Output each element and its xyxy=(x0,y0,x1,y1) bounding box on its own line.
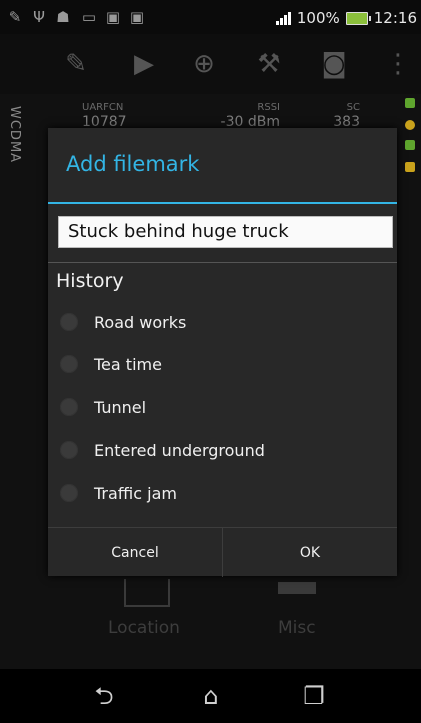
overflow-menu-icon[interactable]: ⋮ xyxy=(380,46,416,82)
app2-icon: ▣ xyxy=(129,8,145,26)
battery-icon xyxy=(345,11,371,25)
signal-icon xyxy=(275,11,291,25)
message-icon: ▭ xyxy=(81,8,97,26)
radio-button[interactable] xyxy=(60,355,78,373)
history-item[interactable]: Tunnel xyxy=(60,387,390,427)
app-icon: ▣ xyxy=(105,8,121,26)
recent-apps-icon[interactable]: ❐ xyxy=(296,681,332,711)
cancel-button[interactable]: Cancel xyxy=(48,528,222,577)
history-item-label: Tea time xyxy=(94,354,162,374)
home-icon[interactable]: ⌂ xyxy=(193,681,229,711)
navigation-bar: ⮌ ⌂ ❐ xyxy=(0,669,421,723)
history-item-label: Traffic jam xyxy=(94,483,177,503)
uarfcn-cell: UARFCN 10787 xyxy=(82,102,127,130)
technology-label: WCDMA xyxy=(7,106,22,164)
wrench-icon[interactable]: ⚒ xyxy=(251,46,287,82)
history-item[interactable]: Tea time xyxy=(60,344,390,384)
action-bar: ✎ ▶ ⊕ ⚒ ◙ ⋮ xyxy=(0,34,421,94)
history-item-label: Road works xyxy=(94,312,187,332)
sc-label: SC xyxy=(346,102,360,113)
uarfcn-label: UARFCN xyxy=(82,102,124,113)
clock: 12:16 xyxy=(373,9,417,27)
filemark-input[interactable]: Stuck behind huge truck xyxy=(58,216,393,248)
add-circle-icon[interactable]: ⊕ xyxy=(186,46,222,82)
add-filemark-dialog: Add filemark Stuck behind huge truck His… xyxy=(48,128,397,577)
file-indicator-icon xyxy=(405,140,415,150)
radio-button[interactable] xyxy=(60,484,78,502)
radio-button[interactable] xyxy=(60,398,78,416)
misc-label[interactable]: Misc xyxy=(278,618,316,638)
divider xyxy=(48,262,397,263)
usb-icon: Ψ xyxy=(33,8,45,26)
history-item[interactable]: Entered underground xyxy=(60,430,390,470)
notification-icon: ✎ xyxy=(8,8,22,26)
lock-indicator-icon xyxy=(405,162,415,172)
location-tile-icon[interactable] xyxy=(124,579,170,607)
battery-percent: 100% xyxy=(296,9,340,27)
status-indicator-icon xyxy=(405,98,415,108)
title-divider xyxy=(48,202,397,204)
history-item[interactable]: Traffic jam xyxy=(60,473,390,513)
radio-button[interactable] xyxy=(60,441,78,459)
sync-indicator-icon xyxy=(405,120,415,130)
radio-button[interactable] xyxy=(60,313,78,331)
camera-icon[interactable]: ◙ xyxy=(316,46,352,82)
dialog-title: Add filemark xyxy=(66,152,200,176)
pencil-icon[interactable]: ✎ xyxy=(58,46,94,82)
play-icon[interactable]: ▶ xyxy=(126,46,162,82)
android-icon: ☗ xyxy=(56,8,70,26)
rssi-label: RSSI xyxy=(257,102,280,113)
ok-button[interactable]: OK xyxy=(222,528,397,577)
history-item-label: Tunnel xyxy=(94,397,147,417)
misc-tile-icon[interactable] xyxy=(278,582,316,594)
location-label[interactable]: Location xyxy=(108,618,180,638)
history-item-label: Entered underground xyxy=(94,440,265,460)
dialog-button-bar: Cancel OK xyxy=(48,527,397,577)
status-bar: ✎ Ψ ☗ ▭ ▣ ▣ 100% 12:16 xyxy=(0,0,421,34)
history-item[interactable]: Road works xyxy=(60,302,390,342)
history-heading: History xyxy=(56,270,124,292)
rssi-cell: RSSI -30 dBm xyxy=(180,102,280,130)
back-icon[interactable]: ⮌ xyxy=(86,681,122,711)
sc-cell: SC 383 xyxy=(330,102,360,130)
